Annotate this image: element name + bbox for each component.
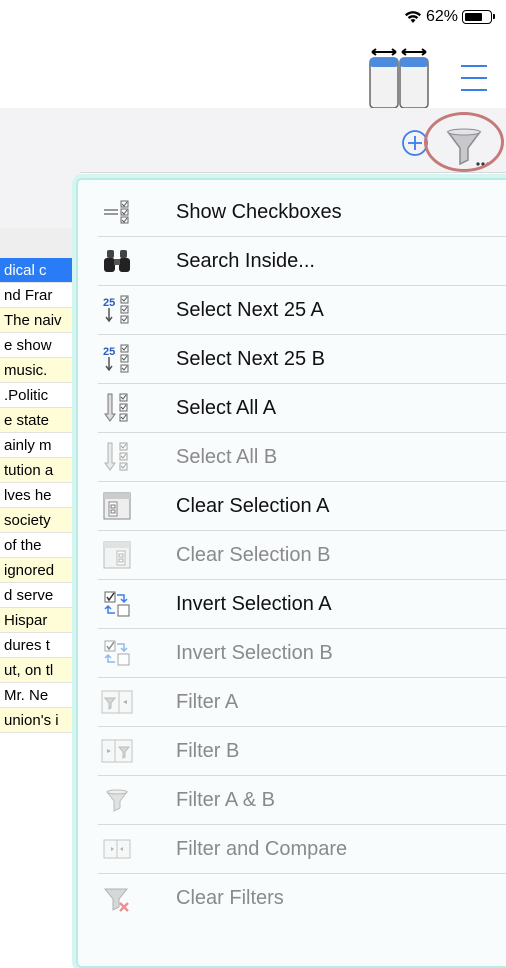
menu-item-select-next-25-a[interactable]: 25 Select Next 25 A bbox=[98, 286, 506, 335]
battery-icon bbox=[462, 10, 495, 24]
menu-item-clear-filters[interactable]: Clear Filters bbox=[98, 874, 506, 923]
menu-item-label: Filter and Compare bbox=[176, 837, 348, 860]
two-columns-button[interactable] bbox=[368, 46, 432, 110]
menu-button[interactable] bbox=[457, 58, 491, 98]
menu-item-label: Clear Selection B bbox=[176, 543, 331, 566]
actions-popup-menu: Show Checkboxes Search Inside... 25 Sele… bbox=[76, 178, 506, 968]
filter-b-icon bbox=[100, 734, 134, 768]
popup-menu-list: Show Checkboxes Search Inside... 25 Sele… bbox=[98, 188, 506, 923]
menu-item-show-checkboxes[interactable]: Show Checkboxes bbox=[98, 188, 506, 237]
menu-item-select-all-a[interactable]: Select All A bbox=[98, 384, 506, 433]
clear-selection-icon bbox=[100, 538, 134, 572]
menu-item-search-inside[interactable]: Search Inside... bbox=[98, 237, 506, 286]
menu-item-filter-a[interactable]: Filter A bbox=[98, 678, 506, 727]
clear-filter-icon bbox=[100, 882, 134, 916]
menu-item-label: Clear Filters bbox=[176, 887, 284, 909]
menu-item-invert-selection-a[interactable]: Invert Selection A bbox=[98, 580, 506, 629]
hamburger-icon bbox=[461, 65, 487, 91]
menu-item-label: Select Next 25 A bbox=[176, 298, 324, 321]
select-all-icon bbox=[100, 391, 134, 425]
menu-item-invert-selection-b[interactable]: Invert Selection B bbox=[98, 629, 506, 678]
clear-selection-icon bbox=[100, 489, 134, 523]
menu-item-clear-selection-a[interactable]: Clear Selection A bbox=[98, 482, 506, 531]
background-table: dical c nd Frar The naiv e show music. .… bbox=[0, 172, 120, 968]
invert-selection-icon bbox=[100, 587, 134, 621]
menu-item-label: Select All A bbox=[176, 396, 277, 419]
menu-item-label: Select Next 25 B bbox=[176, 347, 325, 370]
select-all-icon bbox=[100, 440, 134, 474]
menu-item-label: Show Checkboxes bbox=[176, 200, 342, 223]
top-toolbar bbox=[0, 36, 506, 110]
filter-a-icon bbox=[100, 685, 134, 719]
binoculars-icon bbox=[100, 244, 134, 278]
svg-text:25: 25 bbox=[103, 297, 115, 309]
two-columns-icon bbox=[369, 48, 429, 109]
menu-item-label: Filter A bbox=[176, 690, 239, 713]
status-right: 62% bbox=[404, 8, 495, 26]
svg-text:25: 25 bbox=[103, 346, 115, 358]
menu-item-filter-b[interactable]: Filter B bbox=[98, 727, 506, 776]
menu-item-label: Invert Selection A bbox=[176, 592, 332, 615]
menu-item-label: Select All B bbox=[176, 445, 278, 468]
checkbox-list-icon bbox=[100, 195, 134, 229]
menu-item-select-next-25-b[interactable]: 25 Select Next 25 B bbox=[98, 335, 506, 384]
highlight-ring bbox=[424, 112, 504, 172]
menu-item-label: Invert Selection B bbox=[176, 641, 333, 664]
menu-item-select-all-b[interactable]: Select All B bbox=[98, 433, 506, 482]
select-25-icon: 25 bbox=[100, 342, 134, 376]
menu-item-filter-a-b[interactable]: Filter A & B bbox=[98, 776, 506, 825]
table-subheader bbox=[0, 228, 80, 259]
select-25-icon: 25 bbox=[100, 293, 134, 327]
menu-item-label: Filter A & B bbox=[176, 788, 275, 811]
menu-item-label: Filter B bbox=[176, 739, 240, 762]
menu-item-clear-selection-b[interactable]: Clear Selection B bbox=[98, 531, 506, 580]
battery-percent: 62% bbox=[425, 8, 458, 25]
wifi-icon bbox=[404, 11, 421, 23]
invert-selection-icon bbox=[100, 636, 134, 670]
filter-funnel-icon bbox=[100, 783, 134, 817]
menu-item-filter-and-compare[interactable]: Filter and Compare bbox=[98, 825, 506, 874]
filter-compare-icon bbox=[100, 832, 134, 866]
menu-item-label: Search Inside... bbox=[176, 249, 315, 272]
table-header bbox=[0, 172, 80, 229]
status-bar: 62% bbox=[0, 0, 506, 36]
menu-item-label: Clear Selection A bbox=[176, 494, 330, 517]
